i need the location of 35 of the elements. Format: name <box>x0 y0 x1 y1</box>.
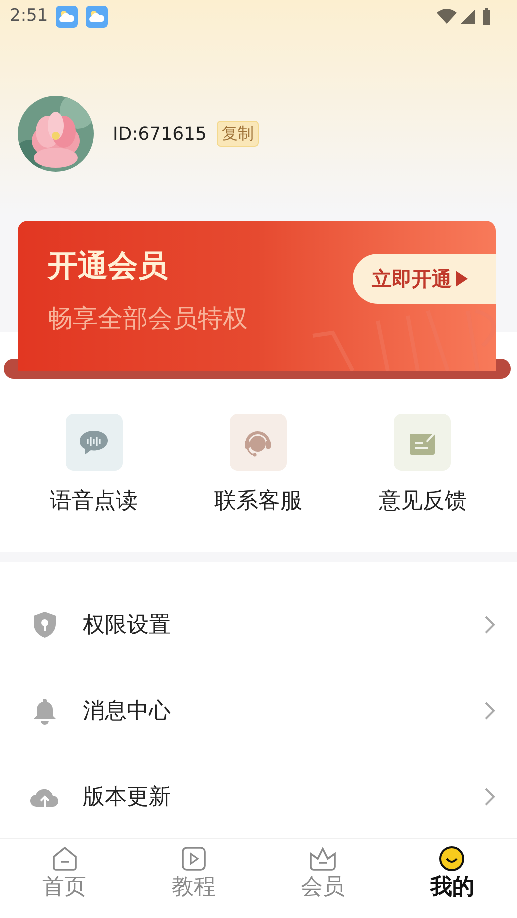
menu-row[interactable]: 版本更新 <box>0 754 517 840</box>
smiley-icon <box>439 846 466 872</box>
play-icon <box>180 846 207 872</box>
action-tile[interactable] <box>66 414 123 471</box>
signal-icon <box>461 10 475 24</box>
vip-banner[interactable]: 开通会员 畅享全部会员特权 立即开通 <box>18 221 496 371</box>
user-id: ID:671615 <box>113 122 207 146</box>
menu-row[interactable]: 权限设置 <box>0 582 517 668</box>
action-label[interactable]: 联系客服 <box>214 485 302 518</box>
action-label[interactable]: 语音点读 <box>50 485 138 518</box>
voice-bubble-icon <box>79 430 110 456</box>
wifi-icon <box>437 9 457 24</box>
menu-label: 消息中心 <box>83 698 172 726</box>
home-icon <box>52 846 78 872</box>
crown-icon <box>309 846 338 872</box>
action-tile[interactable] <box>394 414 452 471</box>
chevron-right-icon <box>485 702 495 720</box>
status-time: 2:51 <box>10 5 48 28</box>
play-arrow-icon <box>456 271 468 287</box>
action-tile[interactable] <box>230 414 287 471</box>
menu-label: 版本更新 <box>83 784 172 812</box>
weather-icon <box>86 6 108 28</box>
nav-tab[interactable]: 我的 <box>388 839 517 918</box>
banner-title: 开通会员 <box>48 248 168 286</box>
menu-row[interactable]: 消息中心 <box>0 668 517 754</box>
weather-icon <box>56 6 78 28</box>
chevron-right-icon <box>485 616 495 634</box>
menu-label: 权限设置 <box>83 612 172 640</box>
chevron-right-icon <box>485 788 495 806</box>
battery-icon <box>483 8 490 25</box>
open-vip-button[interactable]: 立即开通 <box>353 254 496 304</box>
shield-icon <box>32 611 58 639</box>
headset-icon <box>243 428 274 456</box>
action-label[interactable]: 意见反馈 <box>378 485 467 518</box>
banner-subtitle: 畅享全部会员特权 <box>48 303 248 335</box>
